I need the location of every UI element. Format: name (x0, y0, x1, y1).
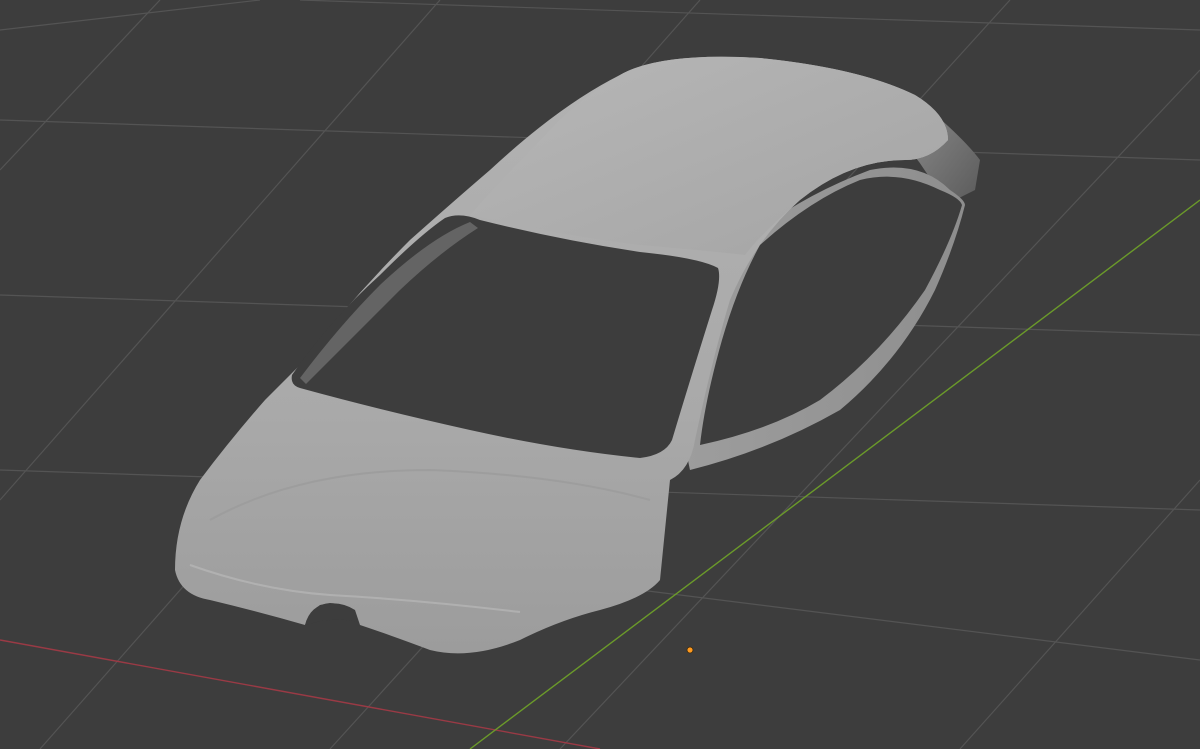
3d-viewport[interactable] (0, 0, 1200, 749)
object-origin-dot[interactable] (686, 646, 694, 654)
x-axis-line (0, 639, 601, 749)
car-body-mesh[interactable] (175, 56, 980, 654)
grid-line (299, 0, 1200, 31)
grid-line (959, 479, 1200, 749)
grid-line (0, 0, 161, 171)
grid-line (0, 0, 261, 31)
viewport-canvas[interactable] (0, 0, 1200, 749)
